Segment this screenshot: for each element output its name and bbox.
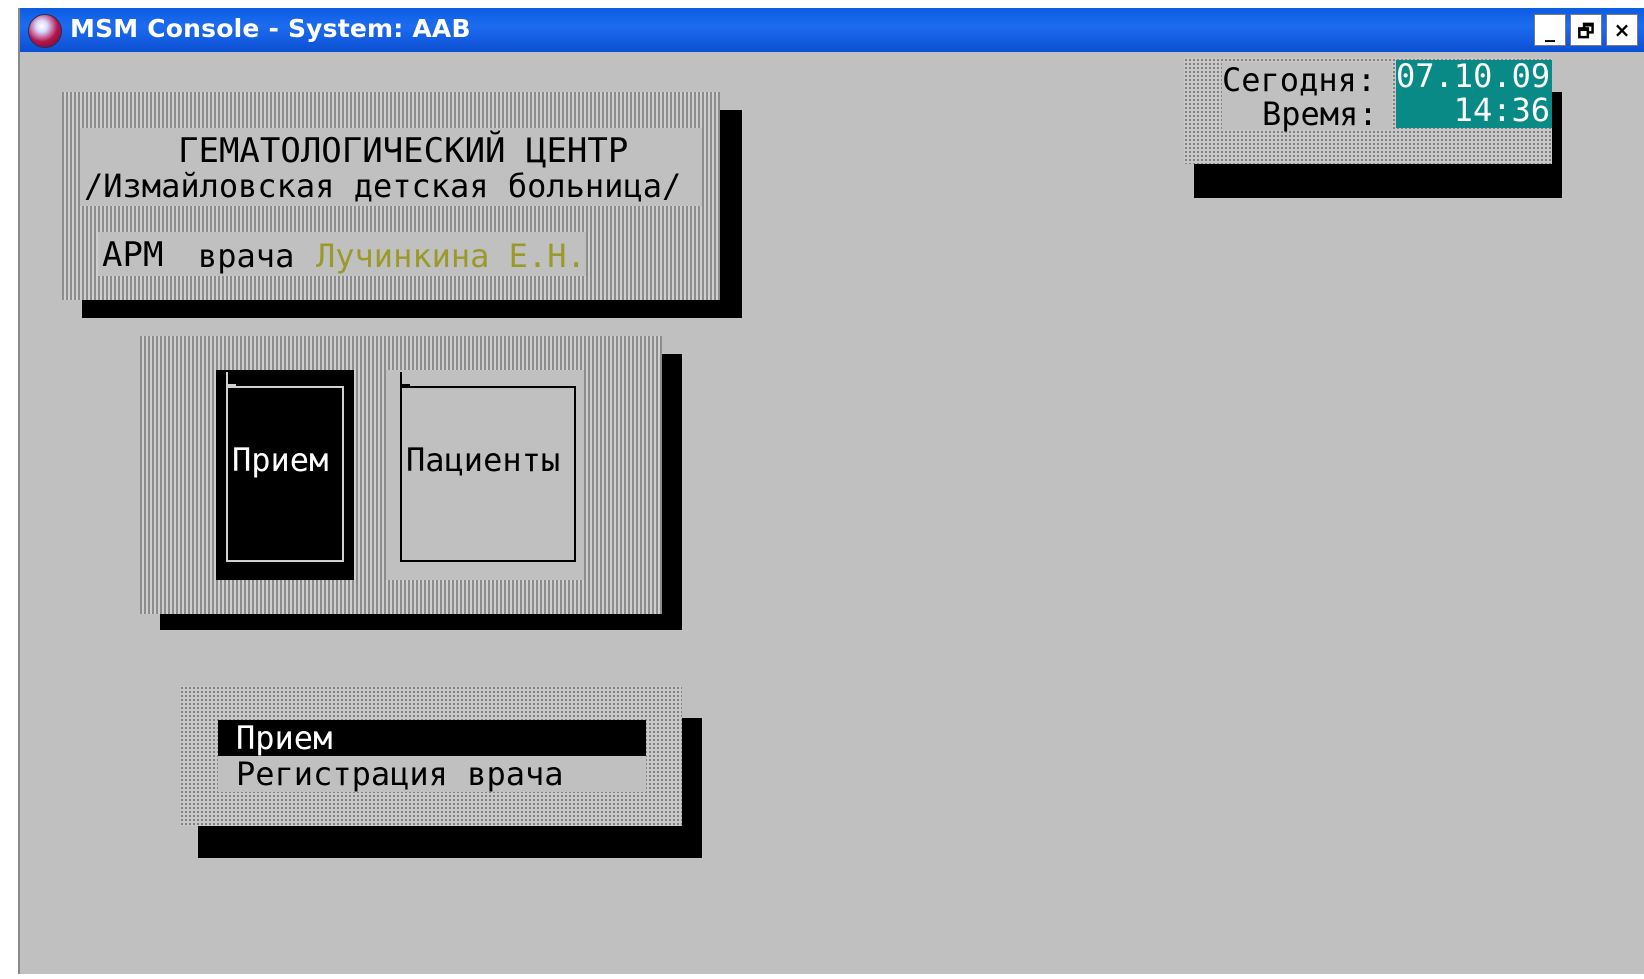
menu-item-registration[interactable]: Регистрация врача <box>218 756 646 792</box>
menu-item-priem[interactable]: Прием <box>218 720 646 756</box>
tile-patients[interactable]: Пациенты <box>386 370 584 580</box>
tile-patients-label: Пациенты <box>406 441 561 479</box>
tile-priem-label: Прием <box>232 441 329 479</box>
time-label: Время: <box>1262 95 1378 133</box>
app-icon <box>28 14 62 48</box>
menu-item-priem-label: Прием <box>236 719 333 757</box>
window-title: MSM Console - System: AAB <box>70 14 471 43</box>
title-bar[interactable]: MSM Console - System: AAB _ 🗗 × <box>20 8 1644 52</box>
restore-icon: 🗗 <box>1577 21 1595 42</box>
tile-corner-mark <box>226 372 236 386</box>
time-value: 14:36 <box>1396 94 1552 128</box>
date-value: 07.10.09 <box>1396 57 1552 95</box>
doctor-label: врача <box>198 237 295 275</box>
menu-panel: Прием Регистрация врача <box>180 686 682 826</box>
menu-item-registration-label: Регистрация врача <box>236 755 564 793</box>
close-button[interactable]: × <box>1606 14 1638 46</box>
tile-priem[interactable]: Прием <box>216 370 354 580</box>
doctor-name: Лучинкина Е.Н. <box>316 237 586 275</box>
hospital-subtitle: /Измайловская детская больница/ <box>84 167 682 205</box>
arm-label: АРМ <box>102 235 164 275</box>
datetime-panel: Сегодня: Время: 07.10.09 14:36 <box>1184 58 1552 164</box>
date-label: Сегодня: <box>1222 61 1377 99</box>
tile-corner-mark <box>400 372 410 386</box>
center-title: ГЕМАТОЛОГИЧЕСКИЙ ЦЕНТР <box>178 131 629 171</box>
restore-button[interactable]: 🗗 <box>1570 14 1602 46</box>
app-window: MSM Console - System: AAB _ 🗗 × ГЕМАТОЛО… <box>18 8 1644 974</box>
minimize-button[interactable]: _ <box>1534 14 1566 46</box>
header-panel: ГЕМАТОЛОГИЧЕСКИЙ ЦЕНТР /Измайловская дет… <box>62 92 720 300</box>
tiles-panel: Прием Пациенты <box>140 336 662 614</box>
